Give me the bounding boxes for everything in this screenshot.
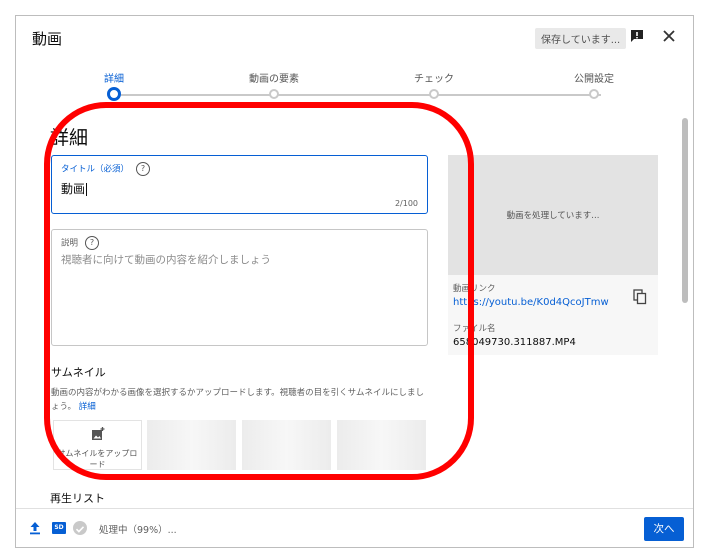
processing-status: 処理中（99%）...: [99, 525, 177, 536]
title-value: 動画: [61, 182, 86, 196]
step-video-elements[interactable]: 動画の要素: [249, 70, 299, 85]
feedback-icon[interactable]: [629, 28, 645, 44]
step-details[interactable]: 詳細: [104, 70, 124, 85]
stepper-track: [121, 94, 601, 96]
upload-icon: [30, 522, 40, 535]
help-icon[interactable]: ?: [136, 162, 151, 176]
scrollbar-thumb[interactable]: [682, 118, 688, 303]
upload-thumbnail-button[interactable]: サムネイルをアップロード: [53, 420, 142, 470]
step-checks[interactable]: チェック: [414, 70, 454, 85]
playlist-heading: 再生リスト: [50, 492, 105, 505]
sd-icon: SD: [52, 522, 66, 534]
title-field[interactable]: タイトル（必須）? 動画 2/100: [51, 155, 428, 214]
thumbnail-description-text: 動画の内容がわかる画像を選択するかアップロードします。視聴者の目を引くサムネイル…: [51, 388, 424, 412]
video-link[interactable]: https://youtu.be/K0d4QcoJTmw: [453, 297, 609, 308]
upload-dialog: 動画 保存しています... 詳細 動画の要素 チェック 公開設定 詳細 タイトル…: [15, 15, 694, 548]
title-input[interactable]: 動画: [61, 180, 88, 197]
saving-badge: 保存しています...: [535, 28, 627, 49]
thumbnail-description: 動画の内容がわかる画像を選択するかアップロードします。視聴者の目を引くサムネイル…: [51, 386, 426, 414]
next-button[interactable]: 次へ: [644, 517, 684, 541]
description-placeholder: 視聴者に向けて動画の内容を紹介しましょう: [61, 254, 271, 266]
step-dot-video-elements[interactable]: [269, 89, 279, 99]
learn-more-link[interactable]: 詳細: [79, 402, 96, 412]
description-field[interactable]: 説明? 視聴者に向けて動画の内容を紹介しましょう: [51, 229, 428, 346]
filename-label: ファイル名: [453, 324, 496, 334]
title-field-label-row: タイトル（必須）?: [61, 162, 151, 176]
description-field-label: 説明: [61, 238, 79, 249]
title-field-label: タイトル（必須）: [61, 164, 130, 175]
thumbnail-placeholder: [337, 420, 426, 470]
step-dot-visibility[interactable]: [589, 89, 599, 99]
video-preview: 動画を処理しています...: [448, 155, 658, 275]
thumbnail-placeholder: [147, 420, 236, 470]
help-icon[interactable]: ?: [85, 236, 100, 250]
dialog-footer: SD 処理中（99%）... 次へ: [16, 508, 693, 547]
check-icon: [73, 521, 87, 535]
video-info-panel: 動画リンク https://youtu.be/K0d4QcoJTmw ファイル名…: [448, 275, 658, 355]
text-caret: [86, 183, 88, 196]
thumbnail-placeholder: [242, 420, 331, 470]
step-dot-checks[interactable]: [429, 89, 439, 99]
step-dot-details[interactable]: [107, 87, 121, 101]
processing-text: 動画を処理しています...: [506, 211, 600, 221]
details-heading: 詳細: [50, 127, 89, 149]
step-visibility[interactable]: 公開設定: [574, 70, 614, 85]
description-field-label-row: 説明?: [61, 236, 100, 250]
thumbnail-heading: サムネイル: [51, 366, 106, 379]
upload-thumbnail-label: サムネイルをアップロード: [57, 449, 138, 469]
title-char-counter: 2/100: [394, 199, 418, 208]
close-icon[interactable]: [661, 28, 677, 44]
dialog-title: 動画: [32, 30, 63, 48]
copy-icon[interactable]: [633, 289, 647, 305]
filename-value: 658049730.311887.MP4: [453, 337, 576, 348]
video-link-label: 動画リンク: [453, 284, 496, 294]
add-photo-icon: [91, 427, 104, 440]
